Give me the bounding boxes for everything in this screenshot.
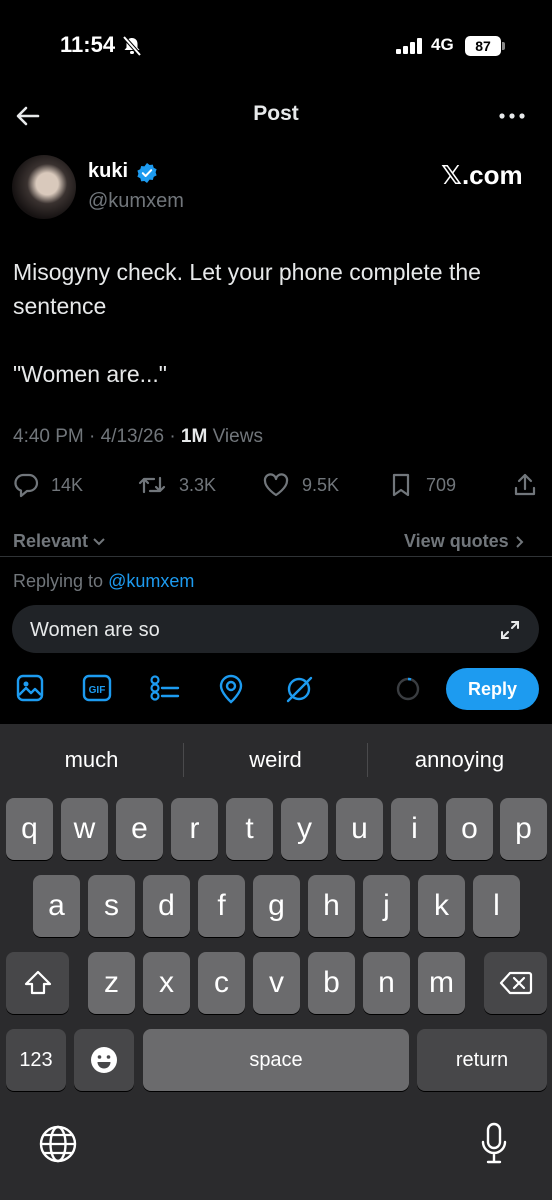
like-count: 9.5K [302,474,340,495]
key-e[interactable]: e [116,798,163,860]
views-label: Views [207,426,263,447]
sort-filter-dropdown[interactable]: Relevant [13,531,106,552]
sort-filter-label: Relevant [13,531,89,551]
key-h[interactable]: h [308,875,355,937]
repost-icon [138,476,166,494]
back-arrow-icon[interactable] [14,102,42,130]
more-options-icon[interactable] [498,110,526,122]
chevron-right-icon [515,535,524,548]
replying-to-label: Replying to [13,571,109,591]
view-quotes-label: View quotes [404,531,509,551]
key-l[interactable]: l [473,875,520,937]
battery-indicator: 87 [465,36,501,56]
key-i[interactable]: i [391,798,438,860]
source-label: 𝕏.com [441,160,523,190]
key-k[interactable]: k [418,875,465,937]
key-v[interactable]: v [253,952,300,1014]
chevron-down-icon [93,537,105,545]
key-b[interactable]: b [308,952,355,1014]
reply-icon [14,473,39,498]
gif-icon[interactable]: GIF [82,674,112,702]
signal-icon [396,38,424,54]
return-key[interactable]: return [417,1029,547,1091]
numbers-key[interactable]: 123 [6,1029,66,1091]
backspace-icon [499,971,532,995]
key-q[interactable]: q [6,798,53,860]
bookmark-icon [392,473,410,497]
author-name[interactable]: kuki [88,160,128,183]
key-u[interactable]: u [336,798,383,860]
author-handle[interactable]: @kumxem [88,190,184,213]
key-c[interactable]: c [198,952,245,1014]
key-z[interactable]: z [88,952,135,1014]
shift-key[interactable] [6,952,69,1014]
key-y[interactable]: y [281,798,328,860]
view-quotes-link[interactable]: View quotes [404,531,525,552]
page-title: Post [253,102,299,125]
key-o[interactable]: o [446,798,493,860]
key-f[interactable]: f [198,875,245,937]
verified-badge-icon [136,162,158,184]
reply-action[interactable]: 14K [13,472,83,498]
suggestion-3[interactable]: annoying [368,747,551,773]
share-icon[interactable] [512,472,538,498]
repost-action[interactable]: 3.3K [137,472,216,498]
image-icon[interactable] [16,674,44,702]
key-d[interactable]: d [143,875,190,937]
emoji-key[interactable] [74,1029,134,1091]
reply-input-text[interactable]: Women are so [30,619,160,642]
character-count-ring [396,677,420,701]
emoji-icon [91,1047,117,1073]
status-time: 11:54 [60,32,116,57]
tweet-meta: 4:40 PM · 4/13/26 · 1M Views [13,426,263,448]
location-icon[interactable] [218,674,244,704]
replying-to-handle[interactable]: @kumxem [108,571,194,591]
tweet-timestamp: 4:40 PM · 4/13/26 · [13,426,181,447]
bookmark-action[interactable]: 709 [388,472,456,498]
reply-count: 14K [51,474,84,495]
divider [0,556,552,557]
bell-slash-icon [121,36,143,56]
shift-icon [24,970,51,995]
views-count[interactable]: 1M [181,426,207,447]
microphone-icon[interactable] [480,1122,508,1166]
grok-icon[interactable] [284,674,314,704]
delete-key[interactable] [484,952,547,1014]
network-type: 4G [431,35,454,54]
svg-text:GIF: GIF [89,685,106,696]
key-a[interactable]: a [33,875,80,937]
key-r[interactable]: r [171,798,218,860]
battery-tip [502,42,505,50]
key-g[interactable]: g [253,875,300,937]
poll-icon[interactable] [149,674,181,702]
replying-to: Replying to @kumxem [13,571,194,592]
globe-icon[interactable] [38,1124,78,1164]
repost-count: 3.3K [179,474,217,495]
key-s[interactable]: s [88,875,135,937]
key-m[interactable]: m [418,952,465,1014]
key-t[interactable]: t [226,798,273,860]
key-p[interactable]: p [500,798,547,860]
bookmark-count: 709 [426,474,457,495]
like-action[interactable]: 9.5K [262,472,339,498]
avatar[interactable] [12,155,76,219]
tweet-text: Misogyny check. Let your phone complete … [13,259,481,387]
suggestion-1[interactable]: much [0,747,183,773]
space-key[interactable]: space [143,1029,409,1091]
key-j[interactable]: j [363,875,410,937]
key-n[interactable]: n [363,952,410,1014]
heart-icon [263,473,289,497]
key-x[interactable]: x [143,952,190,1014]
key-w[interactable]: w [61,798,108,860]
reply-button[interactable]: Reply [446,668,539,710]
suggestion-2[interactable]: weird [184,747,367,773]
expand-icon[interactable] [499,619,521,641]
